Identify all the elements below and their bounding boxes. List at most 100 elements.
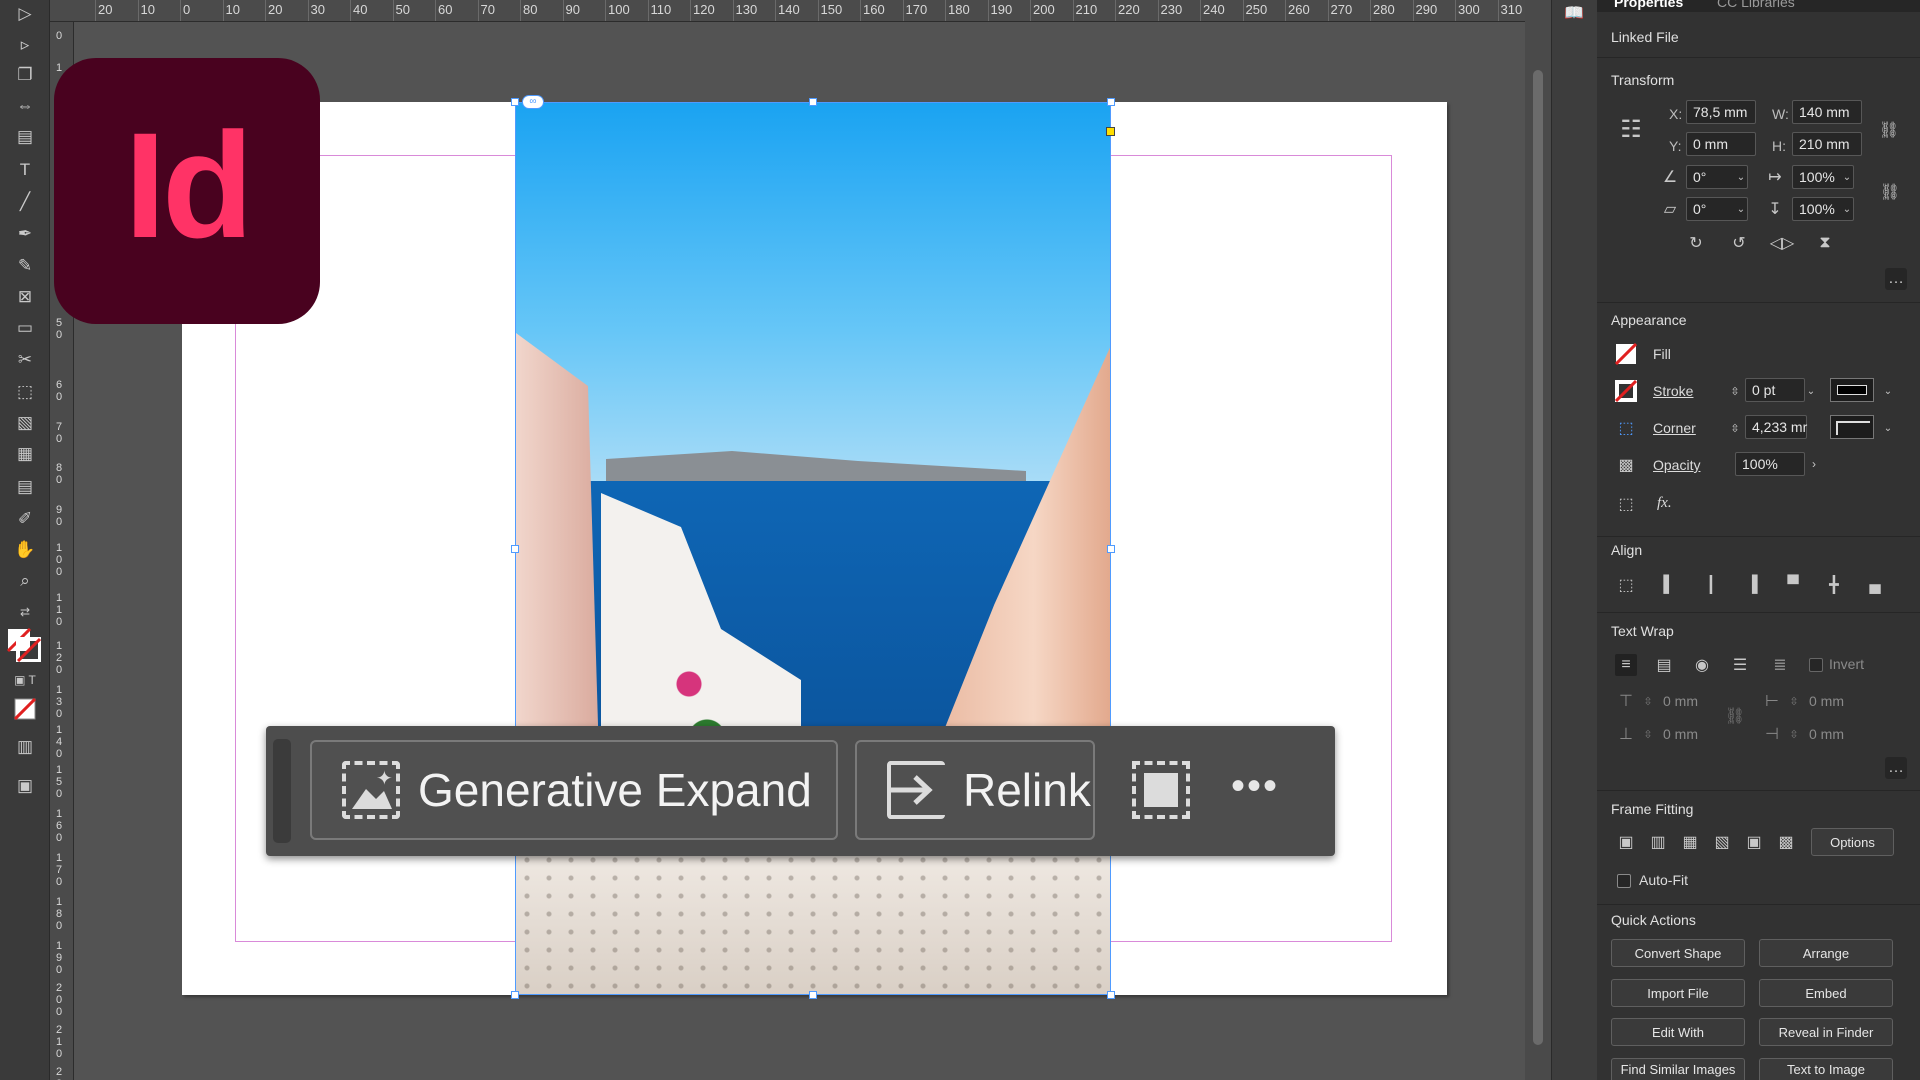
- free-transform-tool-icon[interactable]: ⬚: [12, 380, 38, 404]
- image-frame[interactable]: [515, 102, 1111, 995]
- generative-expand-button[interactable]: ✦ Generative Expand: [310, 740, 838, 840]
- corner-shape-swatch[interactable]: [1830, 415, 1874, 439]
- auto-fit-checkbox[interactable]: [1617, 874, 1631, 888]
- live-corner-handle[interactable]: [1106, 127, 1115, 136]
- align-vertical-centers-icon[interactable]: ╋: [1823, 574, 1845, 596]
- relink-button[interactable]: Relink: [855, 740, 1095, 840]
- reference-point-icon[interactable]: ☷: [1615, 113, 1647, 145]
- handle-top-center[interactable]: [809, 98, 817, 106]
- top-offset-field[interactable]: 0 mm: [1663, 693, 1698, 709]
- convert-shape-button[interactable]: Convert Shape: [1611, 939, 1745, 967]
- center-content-icon[interactable]: ▣: [1743, 831, 1765, 853]
- fill-frame-proportionally-icon[interactable]: ▣: [1615, 831, 1637, 853]
- handle-bottom-left[interactable]: [511, 991, 519, 999]
- fill-stroke-swatch-icon[interactable]: [7, 628, 41, 662]
- screen-mode-icon[interactable]: ▥: [12, 735, 38, 759]
- fit-content-to-frame-icon[interactable]: ▧: [1711, 831, 1733, 853]
- rotate-counterclockwise-icon[interactable]: ↺: [1728, 232, 1750, 254]
- panel-book-icon[interactable]: 📖: [1563, 2, 1585, 24]
- corner-stepper-icon[interactable]: ⇳: [1724, 417, 1746, 439]
- stroke-link[interactable]: Stroke: [1653, 383, 1693, 399]
- rectangle-frame-tool-icon[interactable]: ⊠: [12, 285, 38, 309]
- find-similar-images-button[interactable]: Find Similar Images: [1611, 1058, 1745, 1080]
- type-tool-icon[interactable]: T: [12, 158, 38, 182]
- handle-middle-left[interactable]: [511, 545, 519, 553]
- corner-size-field[interactable]: 4,233 mr: [1745, 415, 1807, 439]
- bottom-offset-field[interactable]: 0 mm: [1663, 726, 1698, 742]
- pencil-tool-icon[interactable]: ✎: [12, 254, 38, 278]
- vertical-scrollbar[interactable]: [1525, 0, 1551, 1080]
- left-offset-field[interactable]: 0 mm: [1809, 693, 1844, 709]
- text-to-image-button[interactable]: Text to Image: [1759, 1058, 1893, 1080]
- opacity-expand-icon[interactable]: ›: [1803, 453, 1825, 475]
- frame-fitting-options-button[interactable]: Options: [1811, 828, 1894, 856]
- stroke-type-swatch[interactable]: [1830, 378, 1874, 402]
- stroke-weight-field[interactable]: 0 pt: [1745, 378, 1805, 402]
- handle-top-right[interactable]: [1107, 98, 1115, 106]
- x-field[interactable]: 78,5 mm: [1686, 100, 1756, 124]
- stroke-stepper-icon[interactable]: ⇳: [1724, 380, 1746, 402]
- scale-x-dropdown-icon[interactable]: ⌄: [1836, 166, 1858, 188]
- handle-middle-right[interactable]: [1107, 545, 1115, 553]
- line-tool-icon[interactable]: ╱: [12, 190, 38, 214]
- reveal-in-finder-button[interactable]: Reveal in Finder: [1759, 1018, 1893, 1046]
- arrange-button[interactable]: Arrange: [1759, 939, 1893, 967]
- more-options-icon[interactable]: •••: [1231, 764, 1279, 809]
- tab-cc-libraries[interactable]: CC Libraries: [1717, 0, 1795, 10]
- align-bottom-edges-icon[interactable]: ▄: [1864, 574, 1886, 596]
- wrap-bounding-box-icon[interactable]: ▤: [1653, 654, 1675, 676]
- content-aware-fit-icon[interactable]: ▩: [1775, 831, 1797, 853]
- opacity-link[interactable]: Opacity: [1653, 457, 1700, 473]
- fit-frame-to-content-icon[interactable]: ▦: [1679, 831, 1701, 853]
- align-right-edges-icon[interactable]: ▐: [1741, 574, 1763, 596]
- gradient-swatch-tool-icon[interactable]: ▧: [12, 411, 38, 435]
- crop-frame-icon[interactable]: [1132, 761, 1190, 819]
- align-horizontal-centers-icon[interactable]: ┃: [1700, 574, 1722, 596]
- import-file-button[interactable]: Import File: [1611, 979, 1745, 1007]
- direct-selection-tool-icon[interactable]: ▹: [12, 33, 38, 57]
- rotate-clockwise-icon[interactable]: ↻: [1685, 232, 1707, 254]
- wrap-link-icon[interactable]: ⛓: [1724, 705, 1746, 727]
- fx-button[interactable]: fx.: [1657, 495, 1672, 512]
- handle-top-left[interactable]: [511, 98, 519, 106]
- constrain-proportions-icon[interactable]: ⛓: [1878, 119, 1900, 141]
- tab-properties[interactable]: Properties: [1614, 0, 1683, 10]
- scrollbar-thumb[interactable]: [1533, 70, 1543, 1045]
- taskbar-grip[interactable]: [273, 739, 291, 843]
- shear-dropdown-icon[interactable]: ⌄: [1730, 198, 1752, 220]
- width-field[interactable]: 140 mm: [1792, 100, 1862, 124]
- right-offset-stepper-icon[interactable]: ⇳: [1783, 723, 1805, 745]
- zoom-tool-icon[interactable]: ⌕: [12, 569, 38, 593]
- wrap-object-shape-icon[interactable]: ◉: [1691, 654, 1713, 676]
- align-left-edges-icon[interactable]: ▌: [1658, 574, 1680, 596]
- rotation-dropdown-icon[interactable]: ⌄: [1730, 166, 1752, 188]
- transform-more-icon[interactable]: …: [1885, 268, 1907, 290]
- stroke-weight-dropdown-icon[interactable]: ⌄: [1800, 380, 1822, 402]
- handle-bottom-center[interactable]: [809, 991, 817, 999]
- rectangle-tool-icon[interactable]: ▭: [12, 316, 38, 340]
- apply-none-icon[interactable]: [12, 697, 38, 721]
- align-to-selection-icon[interactable]: ⬚: [1615, 574, 1637, 596]
- swap-fill-stroke-icon[interactable]: ⇄: [12, 600, 38, 624]
- flip-vertical-icon[interactable]: ⧗: [1814, 232, 1836, 254]
- stroke-type-dropdown-icon[interactable]: ⌄: [1877, 380, 1899, 402]
- fit-content-proportionally-icon[interactable]: ▥: [1647, 831, 1669, 853]
- corner-shape-dropdown-icon[interactable]: ⌄: [1877, 417, 1899, 439]
- corner-options-icon[interactable]: ⬚: [1615, 417, 1637, 439]
- content-collector-icon[interactable]: ▤: [12, 125, 38, 149]
- height-field[interactable]: 210 mm: [1792, 132, 1862, 156]
- no-text-wrap-icon[interactable]: ≡: [1615, 654, 1637, 676]
- align-top-edges-icon[interactable]: ▀: [1782, 574, 1804, 596]
- gradient-feather-tool-icon[interactable]: ▦: [12, 442, 38, 466]
- jump-object-icon[interactable]: ☰: [1729, 654, 1751, 676]
- hand-tool-icon[interactable]: ✋: [12, 538, 38, 562]
- pen-tool-icon[interactable]: ✒: [12, 222, 38, 246]
- handle-bottom-right[interactable]: [1107, 991, 1115, 999]
- selection-tool-icon[interactable]: ▷: [12, 2, 38, 26]
- edit-with-button[interactable]: Edit With: [1611, 1018, 1745, 1046]
- text-wrap-more-icon[interactable]: …: [1885, 757, 1907, 779]
- top-offset-stepper-icon[interactable]: ⇳: [1637, 690, 1659, 712]
- view-mode-icon[interactable]: ▣: [12, 774, 38, 798]
- left-offset-stepper-icon[interactable]: ⇳: [1783, 690, 1805, 712]
- fill-swatch-icon[interactable]: [1615, 343, 1637, 365]
